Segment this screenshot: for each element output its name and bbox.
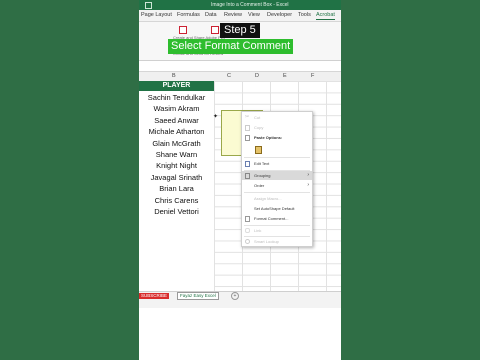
tab-view[interactable]: View xyxy=(248,12,260,18)
player-cell[interactable]: Javagal Srinath xyxy=(139,172,214,183)
sheet-tab-bar: SUBSCRIBE Fayaz Easy Excel + xyxy=(139,291,341,300)
window-title: Image Into a Comment Box - Excel xyxy=(211,2,289,8)
autosave-icon[interactable] xyxy=(145,2,152,9)
context-menu: ✂ Cut Copy Paste Options: Edit Text Grou… xyxy=(241,111,313,247)
player-cell[interactable]: Deniel Vettori xyxy=(139,206,214,217)
paste-options-header: Paste Options: xyxy=(242,133,312,142)
tab-acrobat[interactable]: Acrobat xyxy=(316,12,335,20)
menu-separator xyxy=(244,192,310,193)
excel-screen: Image Into a Comment Box - Excel Page La… xyxy=(139,0,341,360)
comment-indicator-icon: ✦ xyxy=(213,114,219,120)
clipboard-icon xyxy=(255,146,262,154)
acrobat-icon[interactable] xyxy=(211,26,219,34)
column-e[interactable]: E xyxy=(283,73,287,79)
link-icon xyxy=(245,228,250,233)
player-list: Sachin Tendulkar Wasim Akram Saeed Anwar… xyxy=(139,92,214,217)
create-pdf-icon[interactable] xyxy=(179,26,187,34)
step-label: Step 5 xyxy=(220,23,260,38)
column-b[interactable]: B xyxy=(172,73,176,79)
sheet-tab-active[interactable]: Fayaz Easy Excel xyxy=(177,292,219,300)
column-f[interactable]: F xyxy=(311,73,314,79)
tab-formulas[interactable]: Formulas xyxy=(177,12,200,18)
player-cell[interactable]: Glain McGrath xyxy=(139,138,214,149)
copy-icon xyxy=(245,125,250,131)
add-sheet-icon[interactable]: + xyxy=(231,292,239,300)
blank-area xyxy=(139,308,341,360)
column-c[interactable]: C xyxy=(227,73,231,79)
player-cell[interactable]: Brian Lara xyxy=(139,183,214,194)
tab-data[interactable]: Data xyxy=(205,12,217,18)
edit-text-icon xyxy=(245,161,250,167)
player-cell[interactable]: Wasim Akram xyxy=(139,103,214,114)
menu-item-smart-lookup[interactable]: Smart Lookup xyxy=(242,237,312,246)
player-cell[interactable]: Sachin Tendulkar xyxy=(139,92,214,103)
ribbon-tabs: Page Layout Formulas Data Review View De… xyxy=(139,10,341,22)
search-icon xyxy=(245,239,250,244)
tab-page-layout[interactable]: Page Layout xyxy=(141,12,172,18)
menu-item-set-autoshape-default[interactable]: Set AutoShape Default xyxy=(242,204,312,213)
chevron-right-icon: › xyxy=(307,182,309,188)
player-cell[interactable]: Michale Atharton xyxy=(139,126,214,137)
subscribe-badge[interactable]: SUBSCRIBE xyxy=(139,293,170,299)
menu-item-cut[interactable]: ✂ Cut xyxy=(242,113,312,122)
column-d[interactable]: D xyxy=(255,73,259,79)
menu-item-assign-macro[interactable]: Assign Macro... xyxy=(242,194,312,203)
menu-item-order[interactable]: Order › xyxy=(242,181,312,190)
menu-item-link[interactable]: Link xyxy=(242,226,312,235)
tab-tools[interactable]: Tools xyxy=(298,12,311,18)
player-cell[interactable]: Chris Carens xyxy=(139,195,214,206)
tab-developer[interactable]: Developer xyxy=(267,12,292,18)
formula-bar[interactable] xyxy=(139,61,341,72)
player-cell[interactable]: Knight Night xyxy=(139,160,214,171)
player-header[interactable]: PLAYER xyxy=(139,81,214,91)
chevron-right-icon: › xyxy=(307,172,309,178)
player-cell[interactable]: Saeed Anwar xyxy=(139,115,214,126)
player-cell[interactable]: Shane Warn xyxy=(139,149,214,160)
tab-review[interactable]: Review xyxy=(224,12,242,18)
format-icon xyxy=(245,216,250,222)
menu-item-copy[interactable]: Copy xyxy=(242,123,312,132)
instruction-caption: Select Format Comment xyxy=(168,39,294,54)
menu-item-format-comment[interactable]: Format Comment... xyxy=(242,214,312,223)
menu-item-edit-text[interactable]: Edit Text xyxy=(242,159,312,168)
grouping-icon xyxy=(245,173,250,179)
scissors-icon: ✂ xyxy=(245,114,250,120)
paste-icon xyxy=(245,135,250,141)
menu-item-grouping[interactable]: Grouping › xyxy=(242,171,312,180)
paste-option-button[interactable] xyxy=(242,144,312,155)
menu-separator xyxy=(244,157,310,158)
title-bar: Image Into a Comment Box - Excel xyxy=(139,0,341,10)
order-icon xyxy=(245,183,250,188)
